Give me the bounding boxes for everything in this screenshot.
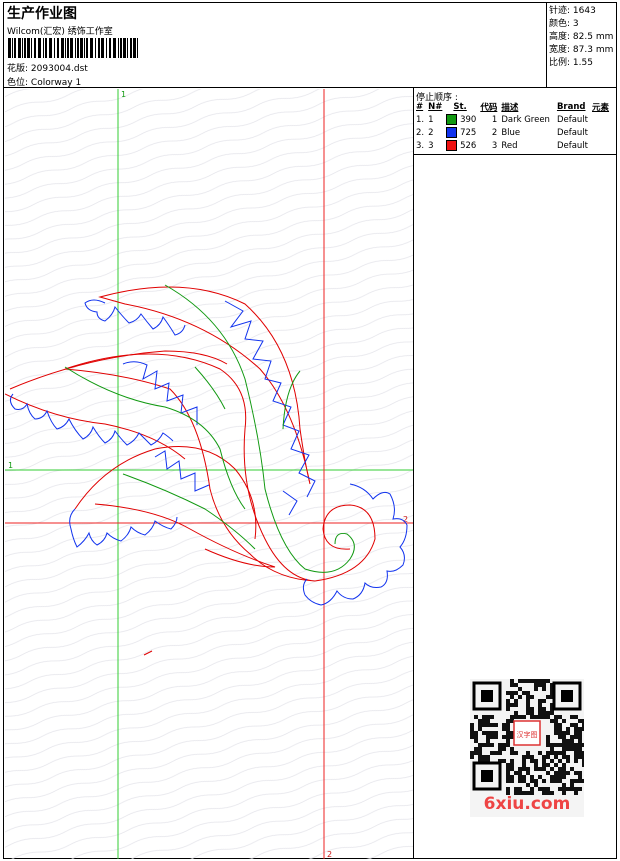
guide-label-green-v: 1 [121,90,126,99]
stop-table-header: # N# St. 代码 描述 Brand 元素 [415,101,612,113]
stat-width: 宽度: 87.3 mm [549,45,614,55]
table-row: 2. 2 725 2 Blue Default [416,127,589,138]
color-swatch [446,127,458,138]
barcode-image [8,38,138,58]
col-needle: N# [428,102,443,112]
table-row: 3. 3 526 3 Red Default [416,140,589,151]
panel-header-divider [413,154,617,155]
production-worksheet: 生产作业图 Wilcom(汇宏) 绣饰工作室 花版: 2093004.dst 色… [0,0,620,861]
color-swatch [446,140,458,151]
stop-sequence-table: # N# St. 代码 描述 Brand 元素 1. 1 390 1 Dark … [415,101,612,152]
col-stitches: St. [453,102,467,112]
page-title: 生产作业图 [7,6,77,22]
stat-colors: 颜色: 3 [549,19,579,29]
watermark-text: 6xiu.com [484,794,571,814]
colorway-row: 色位: Colorway 1 [7,75,81,88]
colorway-value: Colorway 1 [30,78,82,88]
embroidery-canvas: 1 1 2 2 [5,89,413,859]
stat-height: 高度: 82.5 mm [549,32,614,42]
design-stats: 针迹: 1643 颜色: 3 高度: 82.5 mm 宽度: 87.3 mm 比… [549,5,613,70]
color-swatch [446,114,458,125]
guide-label-green-h: 1 [8,461,13,470]
company-name: Wilcom(汇宏) 绣饰工作室 [7,27,113,37]
design-value: 2093004.dst [30,64,88,74]
colorway-label: 色位: [7,78,29,88]
seal-text: 汉字图 [517,730,538,739]
table-row: 1. 1 390 1 Dark Green Default [416,114,589,125]
stat-stitches: 针迹: 1643 [549,6,596,16]
qr-code-watermark: 汉字图 6xiu.com [470,679,584,817]
stat-scale: 比例: 1.55 [549,58,593,68]
design-file-row: 花版: 2093004.dst [7,61,88,74]
guide-label-red-v: 2 [327,850,332,859]
col-description: 描述 [501,103,519,113]
col-element: 元素 [592,103,610,113]
design-label: 花版: [7,64,29,74]
col-brand: Brand [556,102,586,112]
col-index: # [416,102,424,112]
hoop-background [5,89,413,859]
col-code: 代码 [480,103,498,113]
